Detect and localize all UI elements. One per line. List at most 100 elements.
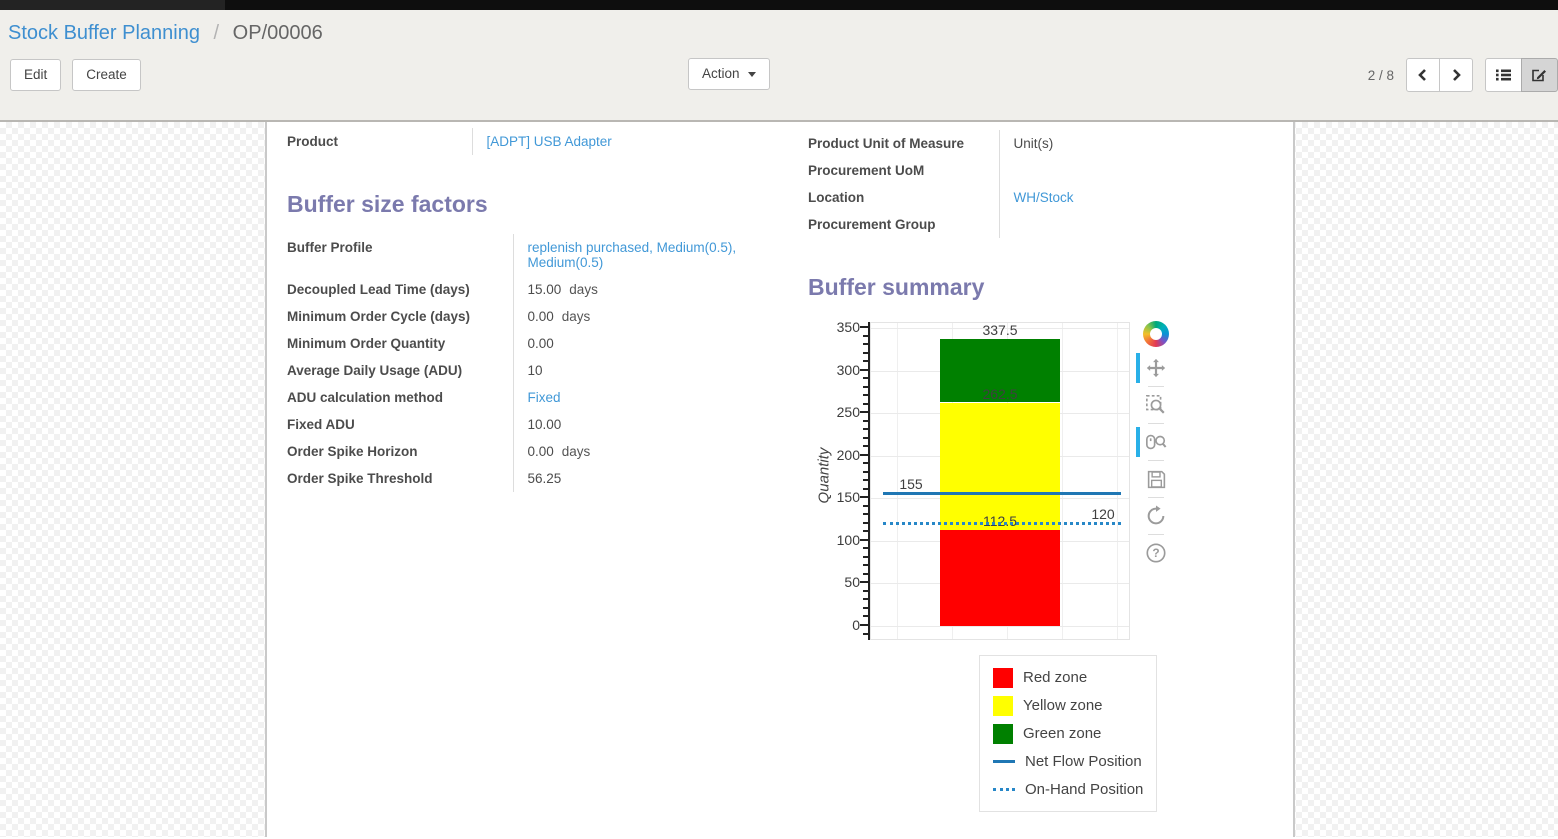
- field-label: Average Daily Usage (ADU): [287, 357, 513, 384]
- y-axis-tick: [863, 445, 868, 447]
- top-menu-bar[interactable]: [0, 0, 1558, 10]
- zone-boundary-label: 337.5: [940, 322, 1060, 338]
- y-axis-tick: [860, 539, 868, 541]
- yellow-zone-bar: [940, 403, 1060, 531]
- on-hand-position-line: [883, 522, 1121, 525]
- pager-next-button[interactable]: [1439, 58, 1473, 92]
- field-row: Buffer Profilereplenish purchased, Mediu…: [287, 234, 792, 276]
- pager-previous-button[interactable]: [1406, 58, 1440, 92]
- pan-icon: [1145, 357, 1167, 379]
- svg-text:?: ?: [1152, 546, 1159, 560]
- action-button[interactable]: Action: [688, 58, 770, 90]
- field-label: Product: [287, 128, 472, 155]
- legend-item: Red zone: [993, 667, 1156, 688]
- y-axis-tick: [863, 530, 868, 532]
- y-axis-tick: [863, 615, 868, 617]
- help-tool-button[interactable]: ?: [1142, 540, 1170, 566]
- y-axis-tick: [863, 522, 868, 524]
- list-view-button[interactable]: [1485, 58, 1522, 92]
- chart-toolbar: ?: [1141, 321, 1171, 566]
- y-axis-tick-label: 0: [820, 617, 860, 633]
- form-edit-icon: [1531, 67, 1548, 83]
- wheel-zoom-tool-button[interactable]: [1142, 429, 1170, 455]
- y-axis-tick: [860, 496, 868, 498]
- toolbar-divider: [1148, 386, 1164, 387]
- y-axis-tick: [863, 556, 868, 558]
- line-value-label: 120: [1073, 506, 1133, 522]
- chart-plot-area[interactable]: 112.5262.5337.5155120: [870, 322, 1130, 640]
- breadcrumb-current: OP/00006: [233, 22, 323, 44]
- field-value[interactable]: Fixed: [513, 384, 792, 411]
- field-unit-suffix: days: [562, 309, 591, 324]
- chevron-right-icon: [1448, 67, 1464, 83]
- y-axis-tick-label: 100: [820, 532, 860, 548]
- field-row: LocationWH/Stock: [808, 184, 1293, 211]
- legend-color-swatch: [993, 696, 1013, 716]
- chart-y-axis-title: Quantity: [816, 426, 833, 526]
- y-axis-tick: [863, 471, 868, 473]
- y-axis-tick: [863, 403, 868, 405]
- y-axis-tick: [860, 411, 868, 413]
- wheel-zoom-icon: [1145, 431, 1167, 453]
- form-view-button[interactable]: [1521, 58, 1558, 92]
- field-value: 10: [513, 357, 792, 384]
- breadcrumb-parent-link[interactable]: Stock Buffer Planning: [8, 22, 200, 44]
- toolbar-divider: [1148, 534, 1164, 535]
- pan-tool-button[interactable]: [1142, 355, 1170, 381]
- net-flow-position-line: [883, 492, 1121, 495]
- legend-line-sample: [993, 760, 1015, 763]
- y-axis-tick-label: 250: [820, 404, 860, 420]
- field-row: Procurement Group: [808, 211, 1293, 238]
- red-zone-bar: [940, 530, 1060, 626]
- legend-label: Red zone: [1023, 669, 1087, 686]
- field-label: Decoupled Lead Time (days): [287, 276, 513, 303]
- breadcrumb-separator: /: [214, 22, 220, 44]
- box-zoom-tool-button[interactable]: [1142, 392, 1170, 418]
- section-title-buffer-summary: Buffer summary: [808, 274, 1293, 301]
- y-axis-tick: [863, 343, 868, 345]
- buffer-summary-chart: Quantity 112.5262.5337.5155120 050100150…: [816, 317, 1174, 651]
- y-axis-tick: [863, 428, 868, 430]
- y-axis-tick-label: 300: [820, 362, 860, 378]
- y-axis-tick: [860, 581, 868, 583]
- y-axis-tick: [863, 590, 868, 592]
- create-button[interactable]: Create: [72, 59, 141, 91]
- y-axis-tick: [863, 573, 868, 575]
- legend-label: On-Hand Position: [1025, 781, 1143, 798]
- field-label: Procurement UoM: [808, 157, 999, 184]
- y-axis-tick: [863, 352, 868, 354]
- caret-down-icon: [748, 72, 756, 77]
- y-axis-tick-label: 150: [820, 489, 860, 505]
- field-value: 0.00: [513, 330, 792, 357]
- line-value-label: 155: [881, 476, 941, 492]
- save-tool-button[interactable]: [1142, 466, 1170, 492]
- field-value[interactable]: replenish purchased, Medium(0.5), Medium…: [513, 234, 792, 276]
- buffer-size-factors-group: Buffer Profilereplenish purchased, Mediu…: [287, 234, 792, 492]
- field-value: [999, 211, 1293, 238]
- field-row: Order Spike Threshold56.25: [287, 465, 792, 492]
- field-label: Procurement Group: [808, 211, 999, 238]
- field-value[interactable]: WH/Stock: [999, 184, 1293, 211]
- bokeh-logo-icon[interactable]: [1143, 321, 1169, 347]
- field-row: Decoupled Lead Time (days)15.00days: [287, 276, 792, 303]
- y-axis-tick: [863, 598, 868, 600]
- y-axis-tick: [863, 564, 868, 566]
- field-row: Minimum Order Quantity0.00: [287, 330, 792, 357]
- legend-color-swatch: [993, 668, 1013, 688]
- field-value: [999, 157, 1293, 184]
- legend-label: Net Flow Position: [1025, 753, 1142, 770]
- reset-tool-button[interactable]: [1142, 503, 1170, 529]
- y-axis-tick: [863, 360, 868, 362]
- legend-item: Net Flow Position: [993, 751, 1156, 772]
- control-panel: Stock Buffer Planning / OP/00006 Edit Cr…: [0, 10, 1558, 122]
- breadcrumb: Stock Buffer Planning / OP/00006: [0, 22, 1558, 45]
- field-value: Unit(s): [999, 130, 1293, 157]
- legend-color-swatch: [993, 724, 1013, 744]
- legend-item: On-Hand Position: [993, 779, 1156, 800]
- y-axis-tick-label: 50: [820, 574, 860, 590]
- section-title-buffer-size-factors: Buffer size factors: [287, 191, 792, 218]
- field-row: Order Spike Horizon0.00days: [287, 438, 792, 465]
- edit-button[interactable]: Edit: [10, 59, 61, 91]
- y-axis-tick: [860, 369, 868, 371]
- field-value[interactable]: [ADPT] USB Adapter: [472, 128, 792, 155]
